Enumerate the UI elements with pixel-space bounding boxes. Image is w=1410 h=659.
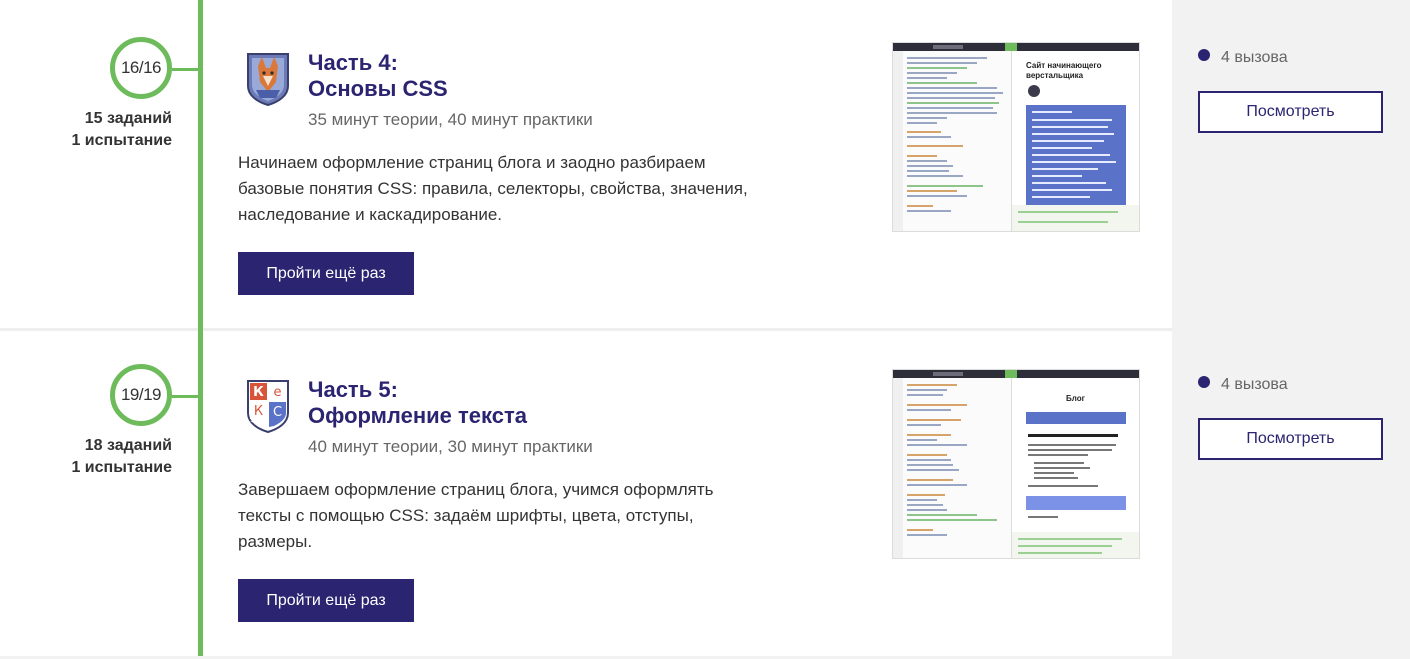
bullet-dot-icon xyxy=(1198,49,1210,61)
part-description: Начинаем оформление страниц блога и заод… xyxy=(238,153,748,224)
part-preview-screenshot[interactable]: Сайт начинающего верстальщика xyxy=(892,42,1140,232)
tasks-count: 15 заданий xyxy=(84,110,172,127)
course-part-5: 19/19 18 заданий 1 испытание К е К С Час… xyxy=(0,331,1410,659)
part-number: Часть 4: xyxy=(308,50,398,75)
progress-indicator: 16/16 xyxy=(110,37,172,99)
challenges-info: 4 вызова xyxy=(1198,376,1288,394)
badge-letter-4: С xyxy=(273,405,282,420)
progress-count: 16/16 xyxy=(110,37,172,99)
tasks-count: 18 заданий xyxy=(84,437,172,454)
preview-code-editor xyxy=(893,51,1012,231)
progress-indicator: 19/19 xyxy=(110,364,172,426)
part-name: Оформление текста xyxy=(308,403,527,428)
retake-button[interactable]: Пройти ещё раз xyxy=(238,579,414,622)
bullet-dot-icon xyxy=(1198,376,1210,388)
badge-letter-2: е xyxy=(274,385,282,400)
view-challenges-button[interactable]: Посмотреть xyxy=(1198,418,1383,460)
part-stats: 18 заданий 1 испытание xyxy=(0,435,172,479)
preview-list-block xyxy=(1026,105,1126,205)
trials-count: 1 испытание xyxy=(71,459,172,476)
preview-console xyxy=(1012,205,1139,231)
retake-button[interactable]: Пройти ещё раз xyxy=(238,252,414,295)
preview-page: Сайт начинающего верстальщика xyxy=(1012,51,1139,231)
part-name: Основы CSS xyxy=(308,76,448,101)
timeline-connector xyxy=(172,68,200,71)
badge-letter-1: К xyxy=(253,385,264,400)
part-title: Часть 4: Основы CSS xyxy=(308,50,448,102)
part-stats: 15 заданий 1 испытание xyxy=(0,108,172,152)
timeline-connector xyxy=(172,395,200,398)
preview-avatar-icon xyxy=(1028,85,1040,97)
part-number: Часть 5: xyxy=(308,377,398,402)
part-preview-screenshot[interactable]: Блог xyxy=(892,369,1140,559)
preview-title: Блог xyxy=(1066,394,1085,403)
course-part-4: 16/16 15 заданий 1 испытание Часть 4: Ос… xyxy=(0,4,1410,332)
badge-letter-3: К xyxy=(254,404,263,419)
part-duration: 40 минут теории, 30 минут практики xyxy=(308,437,593,456)
trials-count: 1 испытание xyxy=(71,132,172,149)
challenges-count: 4 вызова xyxy=(1221,49,1288,66)
part-description: Завершаем оформление страниц блога, учим… xyxy=(238,480,714,551)
preview-page: Блог xyxy=(1012,378,1139,558)
preview-header-block xyxy=(1026,412,1126,424)
preview-toolbar xyxy=(893,43,1139,51)
preview-code-editor xyxy=(893,378,1012,558)
challenges-count: 4 вызова xyxy=(1221,376,1288,393)
fox-crest-icon xyxy=(247,53,289,106)
preview-button-block xyxy=(1026,496,1126,510)
challenges-info: 4 вызова xyxy=(1198,49,1288,67)
preview-console xyxy=(1012,532,1139,558)
preview-title: Сайт начинающего верстальщика xyxy=(1026,61,1102,80)
progress-count: 19/19 xyxy=(110,364,172,426)
view-challenges-button[interactable]: Посмотреть xyxy=(1198,91,1383,133)
part-duration: 35 минут теории, 40 минут практики xyxy=(308,110,593,129)
preview-toolbar xyxy=(893,370,1139,378)
part-title: Часть 5: Оформление текста xyxy=(308,377,527,429)
keks-crest-icon: К е К С xyxy=(247,380,289,433)
